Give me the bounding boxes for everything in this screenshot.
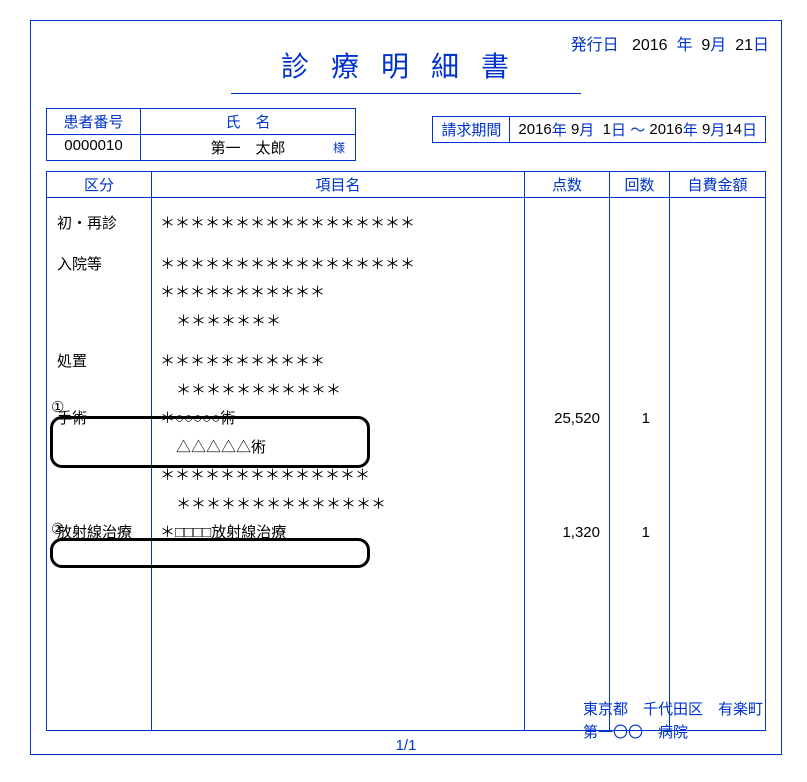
- patient-name-header: 氏 名: [141, 109, 355, 134]
- day-unit: 日: [753, 37, 769, 54]
- issue-label: 発行日: [571, 37, 619, 54]
- patient-name-value: 第一 太郎 様: [141, 134, 355, 160]
- from-day: 1: [603, 121, 611, 138]
- document-frame: 発行日 2016 年 9月 21日 診療明細書 患者番号 0000010 氏 名…: [30, 20, 782, 755]
- item-shochi1: ＊＊＊＊＊＊＊＊＊＊＊: [152, 348, 525, 377]
- annotation-2: ②: [51, 520, 64, 538]
- m-unit: 月: [579, 119, 594, 140]
- head-kaisuu: 回数: [610, 172, 669, 198]
- honorific: 様: [333, 139, 345, 156]
- from-year: 2016: [518, 121, 551, 138]
- kubun-shoshin: 初・再診: [47, 210, 152, 239]
- y-unit: 年: [552, 119, 567, 140]
- annotation-1: ①: [51, 398, 64, 416]
- billing-period-header: 請求期間: [432, 116, 510, 143]
- row-housha: 放射線治療 ＊□□□□放射線治療 1,320 1: [47, 519, 765, 548]
- row-shochi-sub: ＊＊＊＊＊＊＊＊＊＊＊: [47, 377, 765, 406]
- header-area: 患者番号 0000010 氏 名 第一 太郎 様 請求期間 2016年 9月 1…: [31, 94, 781, 161]
- billing-period-value: 2016年 9月 1日 ～ 2016年 9月14日: [510, 116, 766, 143]
- row-shujutsu-sub3: ＊＊＊＊＊＊＊＊＊＊＊＊＊＊: [47, 491, 765, 520]
- hospital-address: 東京都 千代田区 有楽町: [583, 699, 763, 722]
- head-tensuu: 点数: [525, 172, 609, 198]
- to-year: 2016: [649, 121, 682, 138]
- row-shujutsu-sub2: ＊＊＊＊＊＊＊＊＊＊＊＊＊＊: [47, 462, 765, 491]
- patient-no-value: 0000010: [47, 134, 140, 156]
- item-shochi2: ＊＊＊＊＊＊＊＊＊＊＊: [152, 377, 525, 406]
- item-shoshin: ＊＊＊＊＊＊＊＊＊＊＊＊＊＊＊＊＊: [152, 210, 525, 239]
- row-shujutsu-sub1: △△△△△術: [47, 434, 765, 463]
- y-unit2: 年: [683, 119, 698, 140]
- footer-address: 東京都 千代田区 有楽町 第一〇〇 病院: [583, 699, 763, 744]
- month-unit: 月: [710, 37, 726, 54]
- row-shochi: 処置 ＊＊＊＊＊＊＊＊＊＊＊: [47, 348, 765, 377]
- item-shujutsu2: △△△△△術: [152, 434, 525, 463]
- from-month: 9: [571, 121, 579, 138]
- m-unit2: 月: [710, 119, 725, 140]
- kubun-nyuin: 入院等: [47, 251, 152, 280]
- tensuu-shujutsu: 25,520: [525, 405, 610, 434]
- head-jihi: 自費金額: [670, 172, 765, 198]
- row-shujutsu: 手術 ＊○○○○○術 25,520 1: [47, 405, 765, 434]
- table-body: 初・再診 ＊＊＊＊＊＊＊＊＊＊＊＊＊＊＊＊＊ 入院等 ＊＊＊＊＊＊＊＊＊＊＊＊＊…: [47, 200, 765, 730]
- patient-no-header: 患者番号: [47, 109, 140, 134]
- item-nyuin2: ＊＊＊＊＊＊＊＊＊＊＊: [152, 279, 525, 308]
- billing-period: 請求期間 2016年 9月 1日 ～ 2016年 9月14日: [432, 116, 766, 143]
- issue-day: 21: [735, 37, 753, 54]
- d-unit: 日: [611, 119, 626, 140]
- row-nyuin-sub1: ＊＊＊＊＊＊＊＊＊＊＊: [47, 279, 765, 308]
- kaisuu-housha: 1: [610, 519, 670, 548]
- row-nyuin: 入院等 ＊＊＊＊＊＊＊＊＊＊＊＊＊＊＊＊＊: [47, 251, 765, 280]
- row-nyuin-sub2: ＊＊＊＊＊＊＊: [47, 308, 765, 337]
- document-title: 診療明細書: [231, 45, 581, 94]
- patient-no-column: 患者番号 0000010: [46, 108, 141, 161]
- patient-name-text: 第一 太郎: [210, 140, 285, 157]
- item-shujutsu3: ＊＊＊＊＊＊＊＊＊＊＊＊＊＊: [152, 462, 525, 491]
- kubun-shochi: 処置: [47, 348, 152, 377]
- issue-year: 2016: [632, 37, 668, 54]
- patient-name-column: 氏 名 第一 太郎 様: [141, 108, 356, 161]
- d-unit2: 日: [742, 119, 757, 140]
- item-shujutsu1: ＊○○○○○術: [152, 405, 525, 434]
- item-housha: ＊□□□□放射線治療: [152, 519, 525, 548]
- head-koumoku: 項目名: [152, 172, 524, 198]
- issue-date: 発行日 2016 年 9月 21日: [571, 31, 769, 55]
- head-kubun: 区分: [47, 172, 151, 198]
- year-unit: 年: [676, 37, 692, 54]
- kaisuu-shujutsu: 1: [610, 405, 670, 434]
- hospital-name: 第一〇〇 病院: [583, 722, 763, 745]
- item-nyuin3: ＊＊＊＊＊＊＊: [152, 308, 525, 337]
- item-shujutsu4: ＊＊＊＊＊＊＊＊＊＊＊＊＊＊: [152, 491, 525, 520]
- row-shoshin: 初・再診 ＊＊＊＊＊＊＊＊＊＊＊＊＊＊＊＊＊: [47, 210, 765, 239]
- item-nyuin1: ＊＊＊＊＊＊＊＊＊＊＊＊＊＊＊＊＊: [152, 251, 525, 280]
- range-sep: ～: [630, 119, 645, 140]
- to-month: 9: [702, 121, 710, 138]
- to-day: 14: [725, 121, 742, 138]
- issue-month: 9: [701, 37, 710, 54]
- main-table: 区分 項目名 点数 回数 自費金額 初・再診 ＊＊＊＊＊＊＊＊＊＊＊＊＊＊＊＊＊…: [46, 171, 766, 731]
- tensuu-housha: 1,320: [525, 519, 610, 548]
